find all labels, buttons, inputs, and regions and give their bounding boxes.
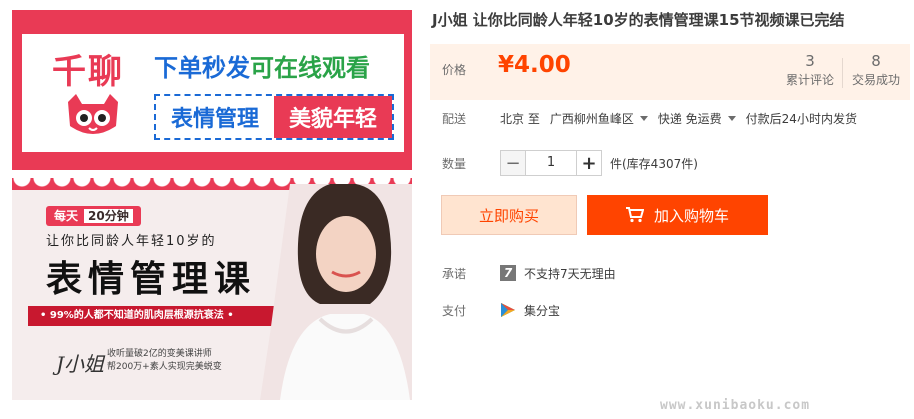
cover-title: 表情管理课 (46, 258, 257, 300)
review-stat[interactable]: 3 累计评论 (780, 51, 840, 89)
daily-minutes: 20分钟 (84, 209, 133, 223)
buy-now-button[interactable]: 立即购买 (441, 195, 577, 235)
cart-icon (625, 207, 644, 223)
payment-row: 支付 集分宝 (430, 298, 910, 322)
promo-headline: 下单秒发可在线观看 (154, 48, 370, 83)
ship-to-value: 广西柳州鱼峰区 (549, 111, 634, 126)
price-value: ¥4.00 (498, 52, 571, 78)
quantity-increase-button[interactable]: + (576, 150, 602, 176)
shipping-label: 配送 (442, 111, 467, 126)
course-cover: 每天 20分钟 让你比同龄人年轻10岁的 表情管理课 • 99%的人都不知道的肌肉… (12, 178, 412, 400)
cover-author-desc: 收听量破2亿的变美课讲师 帮200万+素人实现完美蜕变 (107, 348, 222, 374)
quantity-stepper: − 1 + (500, 150, 602, 176)
payment-label: 支付 (442, 303, 467, 318)
jifenbao-icon (501, 303, 515, 317)
promo-headline-b: 可在线观看 (250, 54, 370, 82)
stat-divider (842, 58, 843, 88)
promise-row: 承诺 7 不支持7天无理由 (430, 261, 910, 285)
cover-subtitle: 让你比同龄人年轻10岁的 (46, 234, 217, 249)
deal-count: 8 (871, 52, 881, 70)
promo-headline-a: 下单秒发 (154, 54, 250, 82)
ship-to-select[interactable]: 广西柳州鱼峰区 (550, 110, 648, 127)
quantity-row: 数量 − 1 + 件(库存4307件) (430, 149, 910, 177)
promo-banner: 千聊 下单秒发可在线观看 表情管理 美貌年轻 (12, 10, 412, 170)
ship-method-select[interactable]: 快递 免运费 (658, 110, 736, 127)
promo-banner-inner: 千聊 下单秒发可在线观看 表情管理 美貌年轻 (22, 34, 404, 152)
chevron-down-icon (639, 115, 648, 121)
deal-stat: 8 交易成功 (846, 51, 906, 89)
daily-badge-label: 每天 (54, 209, 79, 223)
review-count: 3 (805, 52, 815, 70)
product-title: J小姐 让你比同龄人年轻10岁的表情管理课15节视频课已完结 (432, 11, 845, 29)
product-info: J小姐 让你比同龄人年轻10岁的表情管理课15节视频课已完结 价格 ¥4.00 … (430, 0, 914, 419)
product-image[interactable]: 千聊 下单秒发可在线观看 表情管理 美貌年轻 每天 20分钟 让你比同龄人年轻10… (12, 10, 412, 400)
promise-text[interactable]: 不支持7天无理由 (524, 265, 616, 282)
ship-from: 北京 至 (500, 111, 540, 126)
author-desc-line-1: 收听量破2亿的变美课讲师 (107, 349, 212, 359)
promise-label: 承诺 (442, 266, 467, 281)
brand-logo: 千聊 (52, 52, 124, 92)
presenter-portrait (260, 184, 412, 400)
cover-strip: • 99%的人都不知道的肌肉层根源抗衰法 • (28, 306, 278, 326)
quantity-input[interactable]: 1 (526, 150, 576, 176)
chevron-down-icon (727, 115, 736, 121)
promo-box: 表情管理 美貌年轻 (154, 94, 394, 140)
promo-box-right: 美貌年轻 (274, 96, 392, 138)
shipping-row: 配送 北京 至 广西柳州鱼峰区 快递 免运费 付款后24小时内发货 (430, 106, 910, 130)
buy-now-label: 立即购买 (478, 206, 539, 225)
stock-info: 件(库存4307件) (610, 156, 698, 171)
add-to-cart-label: 加入购物车 (653, 206, 729, 225)
daily-badge: 每天 20分钟 (46, 206, 141, 226)
cover-author: J小姐 (56, 352, 105, 376)
deal-label: 交易成功 (851, 73, 900, 87)
price-panel: 价格 ¥4.00 3 累计评论 8 交易成功 (430, 44, 910, 100)
review-label: 累计评论 (785, 73, 834, 87)
seven-day-icon: 7 (500, 265, 516, 281)
cat-logo-icon (68, 94, 118, 134)
quantity-label: 数量 (442, 156, 467, 171)
payment-method[interactable]: 集分宝 (524, 302, 560, 319)
author-desc-line-2: 帮200万+素人实现完美蜕变 (107, 362, 222, 372)
promo-box-left: 表情管理 (170, 107, 259, 132)
price-label: 价格 (442, 63, 467, 77)
quantity-decrease-button[interactable]: − (500, 150, 526, 176)
add-to-cart-button[interactable]: 加入购物车 (587, 195, 768, 235)
ship-note: 付款后24小时内发货 (745, 111, 857, 126)
site-watermark: www.xunibaoku.com (660, 398, 811, 413)
ship-method-value: 快递 免运费 (657, 111, 722, 126)
